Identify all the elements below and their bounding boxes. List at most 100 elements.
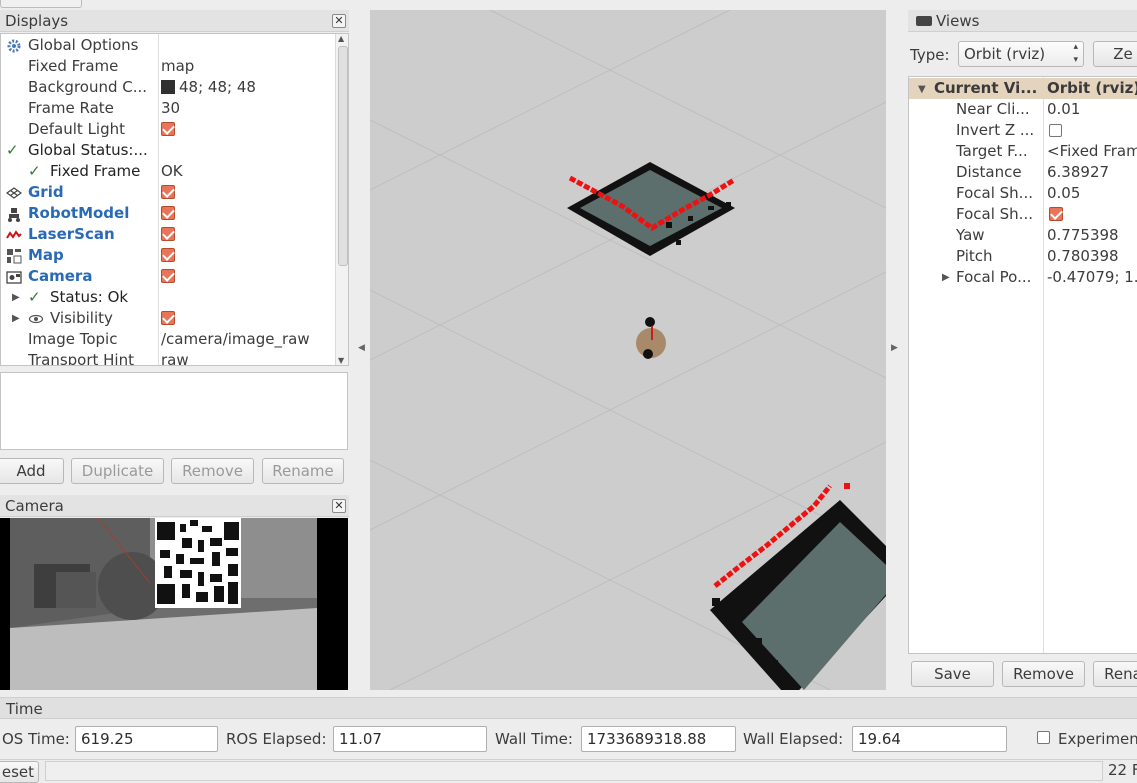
color-swatch [161,80,175,94]
ros-time-field[interactable]: 619.25 [75,726,218,752]
ros-time-label: OS Time: [2,730,70,748]
checkmark-icon: ✓ [28,288,41,306]
tree-row-camera[interactable]: Camera [1,266,348,287]
tree-row-label: Visibility [50,309,113,327]
expand-arrow-icon[interactable]: ▶ [12,308,20,329]
remove-display-button[interactable]: Remove [171,458,254,484]
robotmodel-checkbox[interactable] [161,206,175,220]
visibility-checkbox[interactable] [161,311,175,325]
invert-z-checkbox[interactable] [1049,124,1062,137]
focal-shape-size-value[interactable]: 0.05 [1047,183,1080,204]
focal-point-value[interactable]: -0.47079; 1.0 [1047,267,1137,288]
tree-row-robotmodel[interactable]: RobotModel [1,203,348,224]
tree-row-image-topic[interactable]: Image Topic /camera/image_raw [1,329,348,350]
near-clip-value[interactable]: 0.01 [1047,99,1080,120]
image-topic-value[interactable]: /camera/image_raw [161,329,336,350]
left-splitter-arrow-icon[interactable]: ◀ [358,343,365,353]
displays-close-icon[interactable]: ✕ [332,14,346,28]
focal-shape-fixed-checkbox[interactable] [1049,207,1063,221]
scroll-down-icon[interactable]: ▼ [338,356,344,365]
tree-row-frame-rate[interactable]: Frame Rate 30 [1,98,348,119]
tree-row-visibility[interactable]: ▶ Visibility [1,308,348,329]
duplicate-display-button[interactable]: Duplicate [71,458,164,484]
current-view-value: Orbit (rviz) [1047,79,1137,97]
tree-row-label: Grid [28,183,64,201]
tree-row-global-options[interactable]: Global Options [1,35,348,56]
view-row-focal-point[interactable]: ▶ Focal Po... -0.47079; 1.0 [909,267,1137,288]
view-row-pitch[interactable]: Pitch 0.780398 [909,246,1137,267]
camera-checkbox[interactable] [161,269,175,283]
tree-row-fixed-frame-status[interactable]: ✓ Fixed Frame OK [1,161,348,182]
experimental-label: Experimen [1058,730,1137,748]
view-row-near-clip[interactable]: Near Cli... 0.01 [909,99,1137,120]
camera-image [0,518,348,690]
tree-row-camera-status[interactable]: ▶ ✓ Status: Ok [1,287,348,308]
collapse-arrow-icon[interactable]: ▼ [918,79,926,100]
default-light-checkbox[interactable] [161,122,175,136]
frame-rate-value[interactable]: 30 [161,98,336,119]
tree-row-default-light[interactable]: Default Light [1,119,348,140]
map-checkbox[interactable] [161,248,175,262]
transport-hint-value[interactable]: raw [161,350,336,365]
view-row-label: Target F... [956,142,1028,160]
eye-icon [28,314,44,324]
tree-row-label: RobotModel [28,204,130,222]
scrollbar-thumb[interactable] [338,46,348,266]
tree-row-map[interactable]: Map [1,245,348,266]
target-frame-value[interactable]: <Fixed Frame [1047,141,1137,162]
rename-display-button[interactable]: Rename [262,458,344,484]
camera-close-icon[interactable]: ✕ [332,499,346,513]
view-row-distance[interactable]: Distance 6.38927 [909,162,1137,183]
experimental-checkbox[interactable] [1037,731,1050,744]
view-row-label: Distance [956,163,1022,181]
remove-view-button[interactable]: Remove [1002,661,1085,687]
scroll-up-icon[interactable]: ▲ [338,34,344,43]
rename-view-button[interactable]: Rena [1093,661,1137,687]
view-row-target-frame[interactable]: Target F... <Fixed Frame [909,141,1137,162]
expand-arrow-icon[interactable]: ▶ [942,267,950,288]
view-row-focal-shape-size[interactable]: Focal Sh... 0.05 [909,183,1137,204]
view-row-invert-z[interactable]: Invert Z ... [909,120,1137,141]
add-display-button[interactable]: Add [0,458,64,484]
right-splitter-arrow-icon[interactable]: ▶ [891,343,898,353]
wall-time-field[interactable]: 1733689318.88 [581,726,736,752]
save-view-button[interactable]: Save [911,661,994,687]
fixed-frame-value[interactable]: map [161,56,336,77]
tree-row-fixed-frame[interactable]: Fixed Frame map [1,56,348,77]
zero-view-button[interactable]: Ze [1093,41,1137,67]
wall-elapsed-field[interactable]: 19.64 [852,726,1007,752]
view-row-yaw[interactable]: Yaw 0.775398 [909,225,1137,246]
views-header-row[interactable]: ▼ Current Vi... Orbit (rviz) [909,78,1137,99]
3d-scene [370,10,886,690]
displays-tree[interactable]: Global Options Fixed Frame map Backgroun… [0,33,349,366]
view-row-label: Yaw [956,226,985,244]
view-row-focal-shape-fixed[interactable]: Focal Sh... [909,204,1137,225]
tree-row-label: Camera [28,267,93,285]
tree-row-laserscan[interactable]: LaserScan [1,224,348,245]
views-tree[interactable]: ▼ Current Vi... Orbit (rviz) Near Cli...… [908,76,1137,654]
property-description-box [0,372,348,450]
tree-row-global-status[interactable]: ✓ Global Status:... [1,140,348,161]
tree-row-label: Map [28,246,64,264]
tree-row-transport-hint[interactable]: Transport Hint raw [1,350,348,366]
tree-row-label: Frame Rate [28,99,114,117]
grid-checkbox[interactable] [161,185,175,199]
view-row-label: Focal Sh... [956,205,1033,223]
reset-button[interactable]: eset [0,761,39,783]
view-row-label: Focal Sh... [956,184,1033,202]
distance-value[interactable]: 6.38927 [1047,162,1109,183]
checkmark-icon: ✓ [6,141,19,159]
render-viewport[interactable] [370,10,886,690]
ros-elapsed-field[interactable]: 11.07 [333,726,487,752]
pitch-value[interactable]: 0.780398 [1047,246,1119,267]
laserscan-checkbox[interactable] [161,227,175,241]
displays-scrollbar[interactable]: ▲ ▼ [335,34,348,365]
view-type-select[interactable]: Orbit (rviz) ▴ ▾ [958,41,1084,67]
gear-icon [7,39,21,53]
tree-row-grid[interactable]: Grid [1,182,348,203]
yaw-value[interactable]: 0.775398 [1047,225,1119,246]
tree-row-background-color[interactable]: Background C... 48; 48; 48 [1,77,348,98]
background-color-value[interactable]: 48; 48; 48 [161,77,336,98]
tree-row-label: Transport Hint [28,351,134,366]
expand-arrow-icon[interactable]: ▶ [12,287,20,308]
